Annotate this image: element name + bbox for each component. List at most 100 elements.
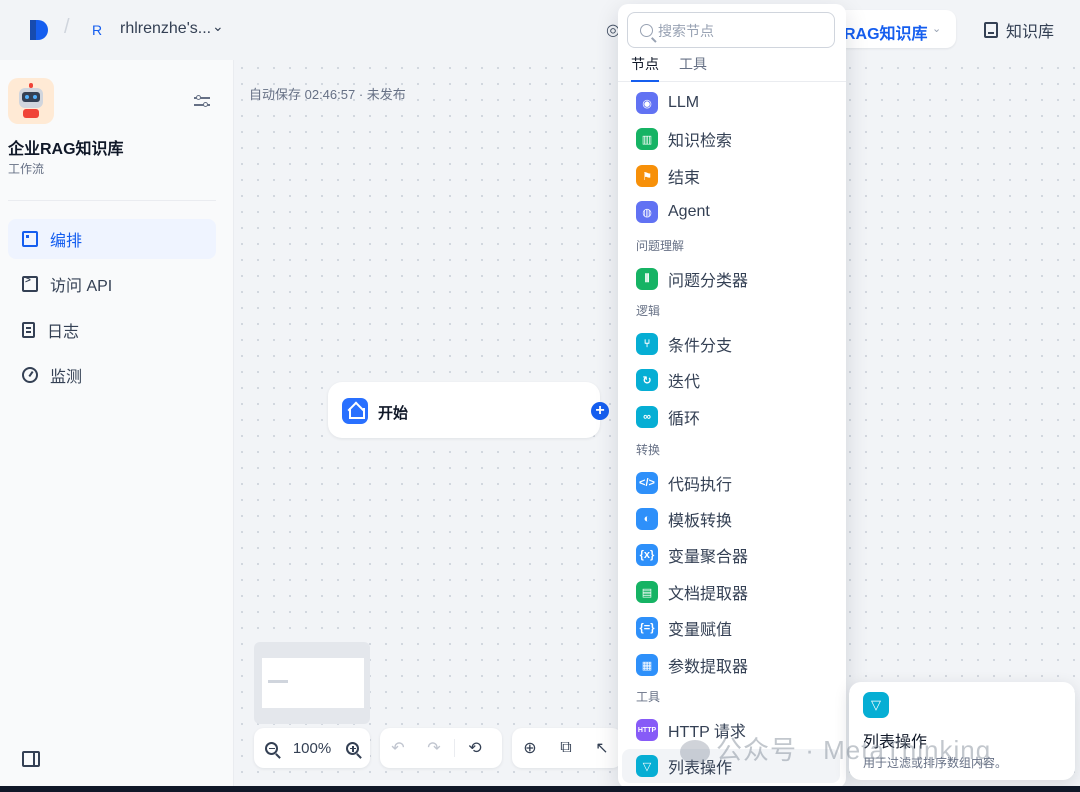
log-doc-icon [22, 322, 35, 338]
nav-item-label: 日志 [47, 324, 80, 341]
tab-nodes[interactable]: 节点 [631, 54, 659, 82]
node-item-label: 条件分支 [668, 338, 733, 355]
node-item-label: 问题分类器 [668, 273, 749, 290]
http-icon: HTTP [636, 719, 658, 741]
app-settings-icon[interactable] [194, 94, 210, 108]
app-title: 企业RAG知识库 [8, 141, 124, 158]
nav-item-label: 访问 API [50, 278, 113, 295]
node-item-llm[interactable]: ◉ LLM [622, 86, 840, 120]
watermark-text: 公众号 · MetaThinking [716, 735, 992, 765]
add-note-button[interactable]: ⧉ [554, 736, 578, 760]
template-icon: ◐ [636, 508, 658, 530]
app-icon [8, 78, 54, 124]
node-picker-panel: 节点 工具 ◉ LLM ▥ 知识检索 ⚑ 结束 ◍ Agent 问题理解 ⦀ 问… [618, 4, 846, 788]
minimap[interactable] [254, 642, 370, 724]
divider [8, 200, 216, 201]
node-item-label: 模板转换 [668, 513, 733, 530]
explore-icon[interactable]: ◎ [606, 20, 618, 38]
app-selector[interactable]: RAG知识库 ⌄ [836, 10, 956, 48]
node-item-end[interactable]: ⚑ 结束 [622, 159, 840, 193]
nav-item-logs[interactable]: 日志 [8, 310, 216, 350]
sidebar: 企业RAG知识库 工作流 编排 访问 API 日志 监测 [0, 60, 234, 788]
branch-icon: ⑂ [636, 333, 658, 355]
node-item-if-else[interactable]: ⑂ 条件分支 [622, 327, 840, 361]
watermark: 公众号 · MetaThinking [680, 730, 991, 767]
app-type: 工作流 [8, 162, 45, 176]
node-item-question-classifier[interactable]: ⦀ 问题分类器 [622, 262, 840, 296]
start-node-label: 开始 [378, 405, 409, 422]
minimap-node [268, 680, 288, 683]
zoom-out-button[interactable] [260, 736, 283, 760]
tab-tools[interactable]: 工具 [679, 54, 707, 82]
home-icon [342, 398, 368, 424]
redo-button[interactable]: ↷ [422, 736, 446, 760]
node-item-parameter-extractor[interactable]: ▦ 参数提取器 [622, 648, 840, 682]
workspace-avatar[interactable]: R [84, 17, 110, 43]
variable-aggregator-icon: {x} [636, 544, 658, 566]
list-filter-icon: ▽ [863, 692, 889, 718]
node-item-variable-aggregator[interactable]: {x} 变量聚合器 [622, 538, 840, 572]
zoom-level[interactable]: 100% [293, 740, 331, 757]
node-item-label: 变量赋值 [668, 622, 733, 639]
nav-item-orchestrate[interactable]: 编排 [8, 219, 216, 259]
node-item-label: 参数提取器 [668, 659, 749, 676]
workspace-name[interactable]: rhlrenzhe's... [120, 20, 211, 38]
canvas-tools: ⊕ ⧉ ↖ [512, 728, 622, 768]
chevron-down-icon: ⌄ [932, 23, 942, 35]
nav-item-label: 编排 [50, 233, 83, 250]
search-icon [640, 24, 653, 37]
start-node[interactable]: 开始 + [328, 382, 609, 438]
node-search-box[interactable] [627, 12, 835, 48]
panel-tabs: 节点 工具 [618, 54, 846, 82]
undo-button[interactable]: ↶ [386, 736, 410, 760]
node-item-label: 结束 [668, 170, 701, 187]
chevron-down-icon[interactable]: ⌄ [212, 18, 224, 35]
gauge-icon [22, 367, 38, 383]
robot-body [23, 109, 39, 118]
zoom-in-button[interactable] [341, 736, 364, 760]
iteration-icon: ↻ [636, 369, 658, 391]
history-controls: ↶ ↷ ⟲ [380, 728, 502, 768]
node-item-agent[interactable]: ◍ Agent [622, 195, 840, 229]
sidebar-collapse-icon[interactable] [22, 751, 40, 767]
divider [454, 739, 455, 757]
llm-icon: ◉ [636, 92, 658, 114]
book-icon [984, 22, 998, 38]
agent-icon: ◍ [636, 201, 658, 223]
classifier-icon: ⦀ [636, 268, 658, 290]
node-item-label: 文档提取器 [668, 586, 749, 603]
node-item-label: Agent [668, 203, 710, 220]
node-item-label: 迭代 [668, 374, 701, 391]
node-item-variable-assigner[interactable]: {=} 变量赋值 [622, 611, 840, 645]
variable-assign-icon: {=} [636, 617, 658, 639]
autosave-status: 自动保存 02:46:57 · 未发布 [249, 87, 406, 102]
dify-logo[interactable] [28, 18, 50, 42]
knowledge-retrieval-icon: ▥ [636, 128, 658, 150]
pointer-tool-button[interactable]: ↖ [590, 736, 614, 760]
add-block-button[interactable]: ⊕ [518, 736, 542, 760]
nav-item-monitor[interactable]: 监测 [8, 355, 216, 395]
node-item-loop[interactable]: ∞ 循环 [622, 400, 840, 434]
param-extractor-icon: ▦ [636, 654, 658, 676]
wechat-icon [680, 740, 710, 765]
history-button[interactable]: ⟲ [463, 736, 487, 760]
top-bar: / R rhlrenzhe's... ⌄ ◎ RAG知识库 ⌄ 知识库 [0, 0, 1080, 60]
section-heading: 问题理解 [636, 239, 685, 253]
node-item-label: LLM [668, 94, 700, 111]
node-item-template-transform[interactable]: ◐ 模板转换 [622, 502, 840, 536]
add-node-handle[interactable]: + [591, 402, 609, 420]
node-item-doc-extractor[interactable]: ▤ 文档提取器 [622, 575, 840, 609]
breadcrumb-separator: / [64, 16, 70, 38]
node-item-code[interactable]: </> 代码执行 [622, 466, 840, 500]
zoom-controls: 100% [254, 728, 370, 768]
node-item-knowledge-retrieval[interactable]: ▥ 知识检索 [622, 122, 840, 156]
section-heading: 转换 [636, 443, 661, 457]
section-heading: 逻辑 [636, 304, 661, 318]
knowledge-nav-link[interactable]: 知识库 [984, 18, 1054, 42]
node-search-input[interactable] [658, 21, 828, 41]
robot-eye [33, 95, 37, 99]
nav-item-api[interactable]: 访问 API [8, 264, 216, 304]
knowledge-label: 知识库 [1006, 24, 1055, 41]
node-item-iteration[interactable]: ↻ 迭代 [622, 363, 840, 397]
node-item-label: 知识检索 [668, 133, 733, 150]
